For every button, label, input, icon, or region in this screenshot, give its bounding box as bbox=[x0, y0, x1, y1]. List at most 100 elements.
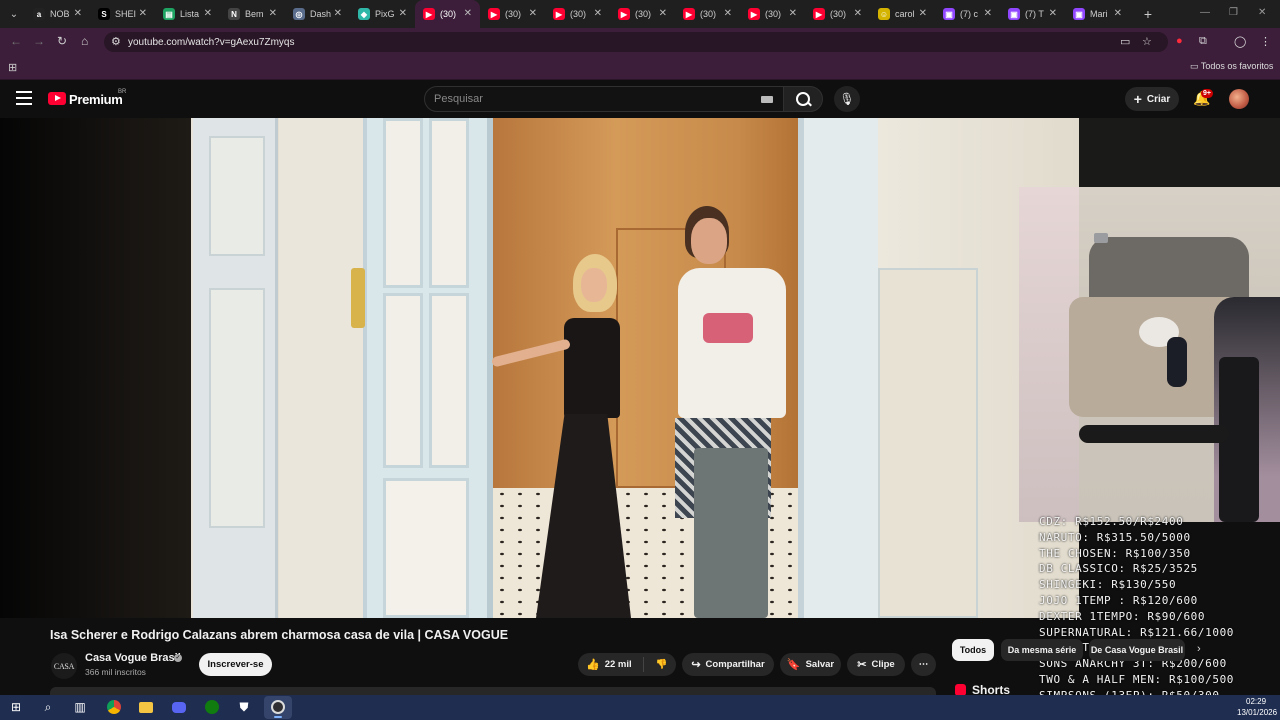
close-tab-icon[interactable]: ✕ bbox=[464, 8, 472, 19]
voice-search-icon[interactable]: 🎙 bbox=[834, 86, 860, 112]
close-tab-icon[interactable]: ✕ bbox=[854, 8, 862, 19]
search-icon[interactable]: ⌕ bbox=[38, 697, 58, 717]
save-button[interactable]: 🔖 Salvar bbox=[780, 653, 841, 676]
close-tab-icon[interactable]: ✕ bbox=[984, 8, 992, 19]
clip-button[interactable]: ✂ Clipe bbox=[847, 653, 905, 676]
youtube-icon: ▶ bbox=[813, 8, 825, 20]
dislike-icon: 👎 bbox=[655, 659, 668, 670]
like-icon[interactable]: 👍 bbox=[586, 658, 600, 671]
cam-bag bbox=[1167, 337, 1187, 387]
windows-start-icon[interactable]: ⊞ bbox=[6, 697, 26, 717]
clock-time[interactable]: 02:29 bbox=[1246, 697, 1266, 706]
site-info-icon[interactable]: ⚙ bbox=[111, 35, 121, 48]
apps-grid-icon[interactable]: ⊞ bbox=[8, 61, 17, 74]
browser-tab[interactable]: ◎ Dash ✕ bbox=[285, 0, 350, 28]
close-tab-icon[interactable]: ✕ bbox=[724, 8, 732, 19]
close-tab-icon[interactable]: ✕ bbox=[399, 8, 407, 19]
close-tab-icon[interactable]: ✕ bbox=[789, 8, 797, 19]
dislike-button[interactable]: 👎 bbox=[647, 653, 676, 676]
browser-tab[interactable]: ▤ Lista ✕ bbox=[155, 0, 220, 28]
pix-icon: ◆ bbox=[358, 8, 370, 20]
close-tab-icon[interactable]: ✕ bbox=[204, 8, 212, 19]
forward-icon[interactable]: → bbox=[33, 34, 45, 48]
youtube-logo-icon[interactable] bbox=[48, 92, 66, 105]
like-count[interactable]: 22 mil bbox=[605, 659, 632, 670]
url-text[interactable]: youtube.com/watch?v=gAexu7Zmyqs bbox=[128, 37, 294, 48]
close-tab-icon[interactable]: ✕ bbox=[919, 8, 927, 19]
keyboard-icon[interactable] bbox=[761, 96, 773, 103]
all-bookmarks[interactable]: ▭ Todos os favoritos bbox=[1190, 61, 1273, 72]
sheets-icon: ▤ bbox=[163, 8, 175, 20]
chip-same-series[interactable]: Da mesma série bbox=[1001, 639, 1083, 661]
cam-armrest bbox=[1079, 425, 1229, 443]
account-avatar[interactable] bbox=[1229, 89, 1249, 109]
back-icon[interactable]: ← bbox=[10, 34, 22, 48]
chrome-icon[interactable] bbox=[104, 697, 124, 717]
browser-tab[interactable]: a NOB ✕ bbox=[25, 0, 90, 28]
video-player[interactable] bbox=[191, 118, 1079, 618]
close-tab-icon[interactable]: ✕ bbox=[139, 8, 147, 19]
browser-tab[interactable]: ☺ carol ✕ bbox=[870, 0, 935, 28]
browser-tab[interactable]: ▶ (30) ✕ bbox=[415, 0, 480, 28]
chevron-right-icon[interactable]: › bbox=[1197, 643, 1201, 655]
browser-tab[interactable]: ▣ Mari ✕ bbox=[1065, 0, 1130, 28]
extensions-icon[interactable]: ⧉ bbox=[1199, 35, 1207, 48]
browser-tab[interactable]: N Bem ✕ bbox=[220, 0, 285, 28]
close-tab-icon[interactable]: ✕ bbox=[334, 8, 342, 19]
more-actions-button[interactable]: ⋯ bbox=[911, 653, 936, 676]
reload-icon[interactable]: ↻ bbox=[57, 34, 67, 48]
browser-tab[interactable]: ▣ (7) T ✕ bbox=[1000, 0, 1065, 28]
chip-from-channel[interactable]: De Casa Vogue Brasil bbox=[1089, 639, 1185, 661]
browser-tab[interactable]: S SHEI ✕ bbox=[90, 0, 155, 28]
browser-tab[interactable]: ◆ PixG ✕ bbox=[350, 0, 415, 28]
channel-name[interactable]: Casa Vogue Brasil bbox=[85, 652, 181, 664]
browser-tab[interactable]: ▶ (30) ✕ bbox=[480, 0, 545, 28]
bookmark-star-icon[interactable]: ☆ bbox=[1142, 35, 1152, 48]
chip-all[interactable]: Todos bbox=[952, 639, 994, 661]
close-tab-icon[interactable]: ✕ bbox=[1049, 8, 1057, 19]
discord-icon[interactable] bbox=[169, 697, 189, 717]
amazon-icon: a bbox=[33, 8, 45, 20]
cast-icon[interactable]: ▭ bbox=[1120, 35, 1130, 48]
youtube-premium-logo[interactable]: Premium bbox=[69, 92, 123, 107]
close-tab-icon[interactable]: ✕ bbox=[74, 8, 82, 19]
browser-tab-label: carol bbox=[895, 9, 915, 19]
browser-tab[interactable]: ▶ (30) ✕ bbox=[545, 0, 610, 28]
close-tab-icon[interactable]: ✕ bbox=[529, 8, 537, 19]
task-view-icon[interactable]: ▥ bbox=[70, 697, 90, 717]
search-button[interactable] bbox=[783, 86, 823, 112]
close-tab-icon[interactable]: ✕ bbox=[269, 8, 277, 19]
new-tab-icon[interactable]: + bbox=[1136, 6, 1160, 22]
menu-icon[interactable] bbox=[16, 91, 32, 105]
subscribe-button[interactable]: Inscrever-se bbox=[199, 653, 272, 676]
close-tab-icon[interactable]: ✕ bbox=[594, 8, 602, 19]
xbox-icon[interactable] bbox=[202, 697, 222, 717]
restore-icon[interactable]: ❐ bbox=[1229, 7, 1238, 18]
browser-tab-label: Bem bbox=[245, 9, 264, 19]
create-button[interactable]: + Criar bbox=[1125, 87, 1179, 111]
description-box[interactable] bbox=[50, 687, 936, 695]
browser-tab[interactable]: ▶ (30) ✕ bbox=[805, 0, 870, 28]
security-shield-icon[interactable]: ⛊ bbox=[234, 697, 254, 717]
browser-menu-icon[interactable]: ⋮ bbox=[1260, 35, 1271, 48]
close-tab-icon[interactable]: ✕ bbox=[1114, 8, 1122, 19]
browser-tab[interactable]: ▶ (30) ✕ bbox=[740, 0, 805, 28]
extension-red-icon[interactable]: ● bbox=[1176, 35, 1183, 47]
obs-icon[interactable] bbox=[268, 697, 288, 717]
browser-tab[interactable]: ▣ (7) c ✕ bbox=[935, 0, 1000, 28]
minimize-icon[interactable]: — bbox=[1200, 7, 1210, 18]
clock-date[interactable]: 13/01/2026 bbox=[1237, 708, 1277, 717]
browser-tab-label: (30) bbox=[635, 9, 652, 19]
channel-avatar[interactable]: CASA bbox=[51, 653, 77, 679]
tab-search-icon[interactable]: ⌄ bbox=[3, 3, 25, 25]
close-tab-icon[interactable]: ✕ bbox=[659, 8, 667, 19]
plus-icon: + bbox=[1133, 91, 1142, 107]
close-window-icon[interactable]: ✕ bbox=[1258, 7, 1266, 18]
file-explorer-icon[interactable] bbox=[136, 697, 156, 717]
share-button[interactable]: ↪ Compartilhar bbox=[682, 653, 774, 676]
profile-icon[interactable]: ◯ bbox=[1234, 35, 1246, 48]
home-icon[interactable]: ⌂ bbox=[81, 34, 88, 48]
region-label: BR bbox=[118, 89, 127, 95]
browser-tab[interactable]: ▶ (30) ✕ bbox=[675, 0, 740, 28]
browser-tab[interactable]: ▶ (30) ✕ bbox=[610, 0, 675, 28]
